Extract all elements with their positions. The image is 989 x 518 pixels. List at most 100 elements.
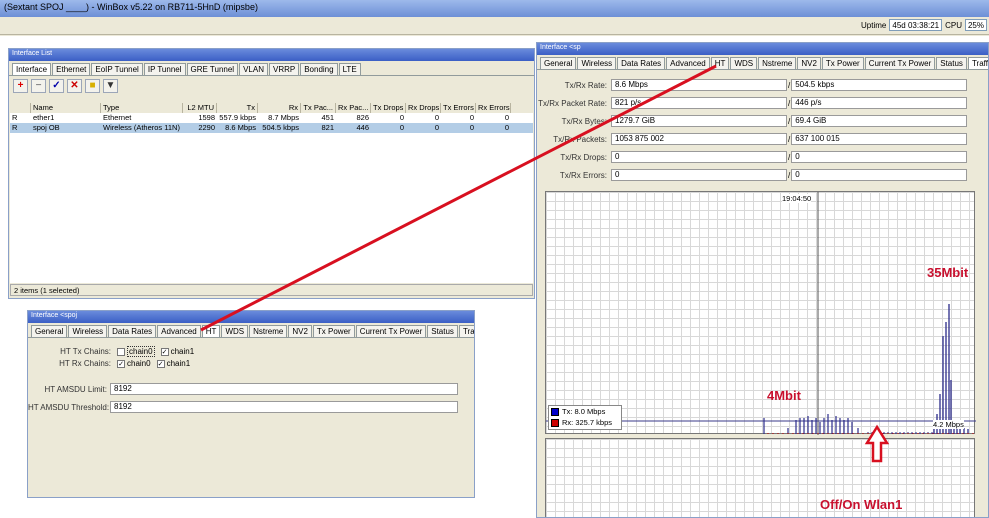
traffic-graph-svg bbox=[546, 192, 976, 435]
column-header[interactable]: Rx Errors bbox=[476, 103, 511, 113]
packet-rate-rx: 446 p/s bbox=[791, 97, 968, 109]
drops-rx: 0 bbox=[791, 151, 968, 163]
remove-icon[interactable]: − bbox=[31, 79, 46, 93]
table-cell: 826 bbox=[356, 113, 369, 122]
tab-current-tx-power[interactable]: Current Tx Power bbox=[355, 325, 427, 337]
add-icon[interactable]: + bbox=[13, 79, 28, 93]
uptime-value: 45d 03:38:21 bbox=[889, 19, 943, 31]
table-cell: 0 bbox=[504, 113, 509, 122]
tx-chain0-checkbox[interactable] bbox=[117, 347, 125, 356]
table-row[interactable]: Rspoj OB Wireless (Atheros 11N) 2290 8.6 Mb… bbox=[10, 123, 533, 133]
comment-icon[interactable]: ■ bbox=[85, 79, 100, 93]
tab-bonding[interactable]: Bonding bbox=[300, 63, 338, 75]
column-header[interactable]: Tx Errors bbox=[441, 103, 476, 113]
table-row[interactable]: Rether1 Ethernet 1598 557.9 kbps 8.7 Mbps 451… bbox=[10, 113, 533, 123]
column-header[interactable]: Rx Pac... bbox=[336, 103, 371, 113]
table-cell: 0 bbox=[469, 123, 474, 132]
ht-rx-chains-label: HT Rx Chains: bbox=[59, 359, 111, 368]
rx-chain1-label: chain1 bbox=[166, 359, 191, 368]
interface-list-footer: 2 items (1 selected) bbox=[10, 284, 533, 296]
traffic-graph: 19:04:50 4.2 Mbps Tx: 8.0 Mbps Rx: 325.7… bbox=[545, 191, 976, 435]
enable-icon[interactable]: ✓ bbox=[49, 79, 64, 93]
bytes-row: Tx/Rx Bytes: 1279.7 GiB / 69.4 GiB bbox=[537, 115, 968, 127]
tab-nv2[interactable]: NV2 bbox=[797, 57, 821, 69]
tx-chain0-label: chain0 bbox=[127, 346, 155, 357]
ht-amsdu-limit-field[interactable]: 8192 bbox=[110, 383, 458, 395]
rate-tx: 8.6 Mbps bbox=[611, 79, 787, 91]
rx-legend-swatch bbox=[551, 418, 559, 427]
tab-vrrp[interactable]: VRRP bbox=[268, 63, 300, 75]
tab-status[interactable]: Status bbox=[936, 57, 967, 69]
tab-status[interactable]: Status bbox=[427, 325, 458, 337]
tab-gre-tunnel[interactable]: GRE Tunnel bbox=[186, 63, 239, 75]
status-area: Uptime 45d 03:38:21 CPU 25% bbox=[861, 19, 987, 31]
tab-data-rates[interactable]: Data Rates bbox=[108, 325, 157, 337]
column-header[interactable]: Tx Pac... bbox=[301, 103, 336, 113]
tab-eoip-tunnel[interactable]: EoIP Tunnel bbox=[91, 63, 143, 75]
tab-interface[interactable]: Interface bbox=[12, 63, 52, 75]
table-cell: 557.9 kbps bbox=[219, 113, 256, 122]
graph-time: 19:04:50 bbox=[782, 194, 812, 203]
tab-wireless[interactable]: Wireless bbox=[68, 325, 108, 337]
tab-advanced[interactable]: Advanced bbox=[157, 325, 201, 337]
column-header[interactable]: Rx bbox=[258, 103, 301, 113]
tab-general[interactable]: General bbox=[540, 57, 577, 69]
tab-traffic[interactable]: Traffic bbox=[967, 57, 988, 69]
tab-advanced[interactable]: Advanced bbox=[666, 57, 710, 69]
packet-rate-label: Tx/Rx Packet Rate: bbox=[538, 98, 607, 108]
errors-tx: 0 bbox=[611, 169, 787, 181]
table-cell: 0 bbox=[399, 113, 404, 122]
tx-legend-swatch bbox=[551, 407, 559, 416]
errors-row: Tx/Rx Errors: 0 / 0 bbox=[537, 169, 968, 181]
tab-vlan[interactable]: VLAN bbox=[239, 63, 268, 75]
column-header[interactable]: L2 MTU bbox=[183, 103, 217, 113]
window-title: (Sextant SPOJ ____) - WinBox v5.22 on RB… bbox=[0, 0, 989, 17]
tab-current-tx-power[interactable]: Current Tx Power bbox=[864, 57, 936, 69]
tab-lte[interactable]: LTE bbox=[338, 63, 361, 75]
tab-tx-power[interactable]: Tx Power bbox=[312, 325, 355, 337]
workspace: Interface List Interface Ethernet EoIP Tun… bbox=[0, 36, 989, 518]
tab-data-rates[interactable]: Data Rates bbox=[617, 57, 666, 69]
tab-wds[interactable]: WDS bbox=[730, 57, 758, 69]
tab-nstreme[interactable]: Nstreme bbox=[758, 57, 797, 69]
tab-wds[interactable]: WDS bbox=[221, 325, 249, 337]
column-header[interactable]: Name bbox=[31, 103, 101, 113]
packet-rate-row: Tx/Rx Packet Rate: 821 p/s / 446 p/s bbox=[537, 97, 968, 109]
packet-rate-tx: 821 p/s bbox=[611, 97, 787, 109]
table-cell: 0 bbox=[469, 113, 474, 122]
drops-label: Tx/Rx Drops: bbox=[560, 152, 607, 162]
column-header[interactable]: Tx bbox=[217, 103, 258, 113]
tab-general[interactable]: General bbox=[31, 325, 68, 337]
tab-wireless[interactable]: Wireless bbox=[577, 57, 617, 69]
column-header[interactable] bbox=[10, 103, 31, 113]
bytes-label: Tx/Rx Bytes: bbox=[561, 116, 607, 126]
tab-tx-power[interactable]: Tx Power bbox=[821, 57, 864, 69]
rx-chain1-checkbox[interactable]: ✓ bbox=[156, 359, 165, 368]
table-cell: 0 bbox=[434, 123, 439, 132]
tab-nv2[interactable]: NV2 bbox=[288, 325, 312, 337]
table-header: Name Type L2 MTU Tx Rx Tx Pac... Rx Pac... Tx D… bbox=[10, 103, 533, 113]
drops-row: Tx/Rx Drops: 0 / 0 bbox=[537, 151, 968, 163]
tab-ethernet[interactable]: Ethernet bbox=[52, 63, 91, 75]
rx-chain0-checkbox[interactable]: ✓ bbox=[117, 359, 125, 368]
column-header[interactable]: Rx Drops bbox=[406, 103, 441, 113]
tab-ht[interactable]: HT bbox=[710, 57, 730, 69]
ht-amsdu-threshold-field[interactable]: 8192 bbox=[110, 401, 458, 413]
annotation-4mbit: 4Mbit bbox=[767, 388, 801, 403]
table-cell: R bbox=[12, 123, 18, 132]
disable-icon[interactable]: ✕ bbox=[67, 79, 82, 93]
tab-nstreme[interactable]: Nstreme bbox=[249, 325, 288, 337]
packets-rx: 637 100 015 bbox=[791, 133, 968, 145]
interface-list-window: Interface List Interface Ethernet EoIP Tun… bbox=[8, 48, 535, 299]
tab-traffic[interactable]: Traffic bbox=[458, 325, 474, 337]
errors-label: Tx/Rx Errors: bbox=[559, 170, 607, 180]
column-header[interactable]: Type bbox=[101, 103, 183, 113]
tx-chain1-checkbox[interactable]: ✓ bbox=[160, 347, 169, 356]
tab-ht[interactable]: HT bbox=[201, 325, 221, 337]
table-cell: spoj OB bbox=[33, 123, 60, 132]
interface-list-title: Interface List bbox=[9, 49, 534, 61]
tab-ip-tunnel[interactable]: IP Tunnel bbox=[143, 63, 186, 75]
table-cell: Ethernet bbox=[103, 113, 132, 122]
filter-icon[interactable]: ▼ bbox=[103, 79, 118, 93]
column-header[interactable]: Tx Drops bbox=[371, 103, 406, 113]
